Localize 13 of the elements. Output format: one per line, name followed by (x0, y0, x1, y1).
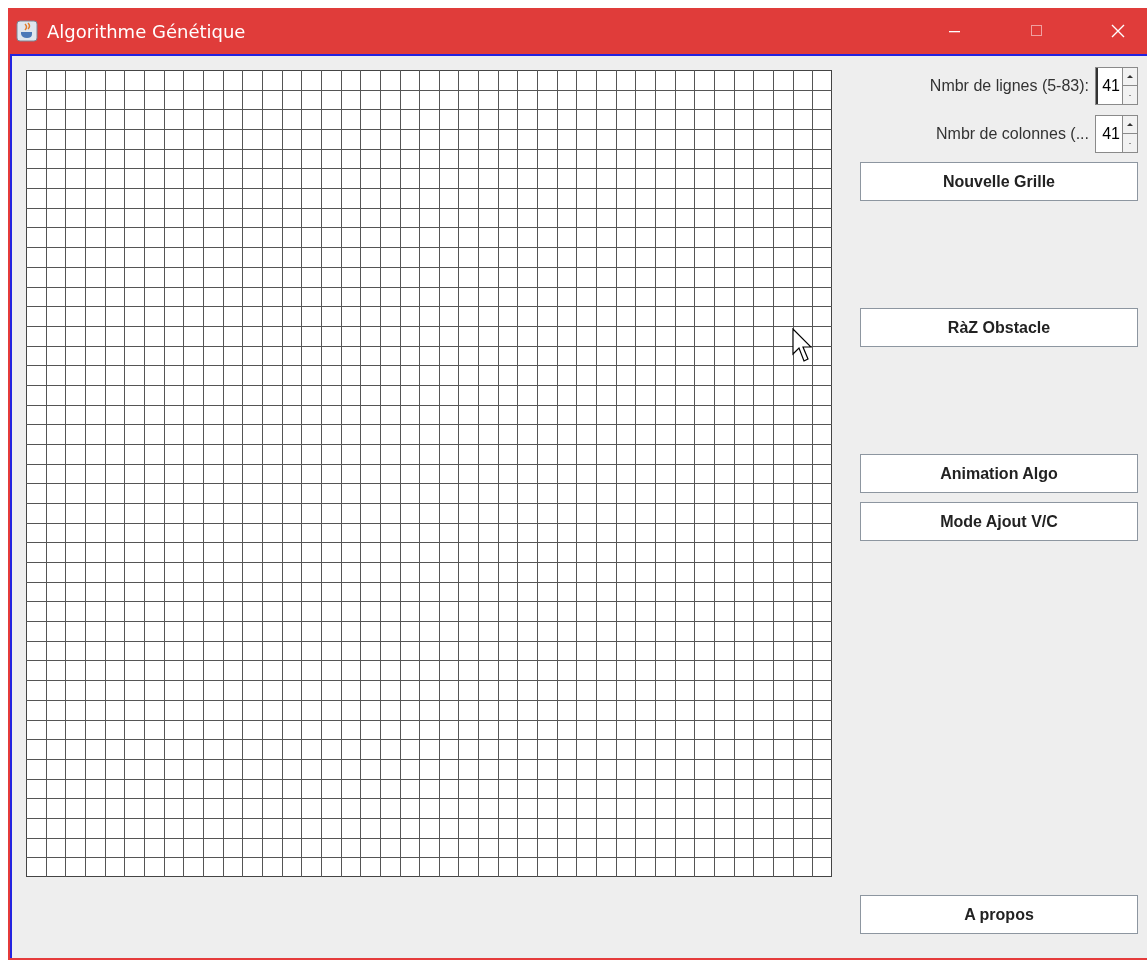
action-button[interactable]: A propos (860, 895, 1138, 934)
grid-drawing[interactable] (26, 70, 832, 877)
coffee-cup-icon (16, 20, 38, 42)
window-title: Algorithme Génétique (47, 20, 246, 42)
action-button[interactable]: RàZ Obstacle (860, 308, 1138, 347)
number-spinner[interactable]: 41 (1095, 67, 1138, 105)
number-spinner[interactable]: 41 (1095, 115, 1138, 153)
mouse-pointer-icon (792, 328, 812, 364)
spinner-label: Nmbr de colonnes (... (936, 125, 1089, 143)
action-button[interactable]: Mode Ajout V/C (860, 502, 1138, 541)
spinner-label: Nmbr de lignes (5-83): (929, 77, 1089, 95)
action-button[interactable]: Animation Algo (860, 454, 1138, 493)
action-button[interactable]: Nouvelle Grille (860, 162, 1138, 201)
